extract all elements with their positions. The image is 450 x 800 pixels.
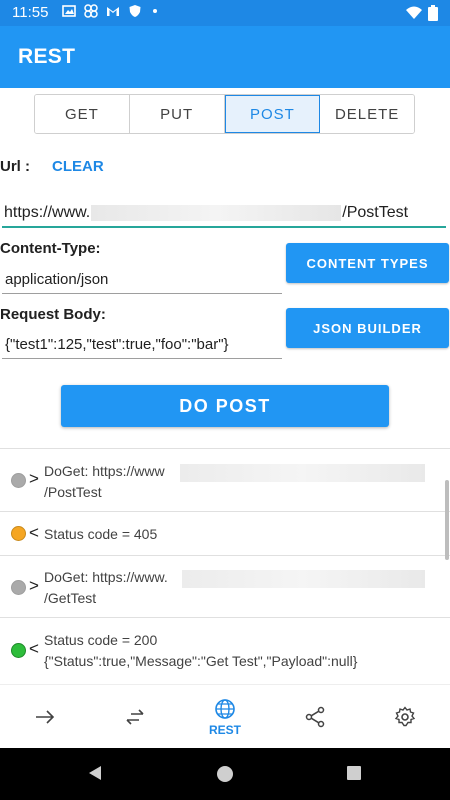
nav-item-swap[interactable] [90, 685, 180, 748]
app-title: REST [18, 45, 76, 68]
status-dot-orange [11, 526, 26, 541]
status-dot-green [11, 643, 26, 658]
log-row[interactable]: < Status code = 405 [0, 512, 450, 556]
settings-icon [394, 705, 416, 726]
do-post-button[interactable]: DO POST [61, 385, 389, 427]
log-row[interactable]: > DoGet: https://www. /GetTest [0, 556, 450, 618]
request-body-label: Request Body: [0, 306, 106, 323]
method-post-button[interactable]: POST [224, 95, 321, 133]
log-scrollbar[interactable] [445, 480, 449, 560]
log-redacted [180, 464, 425, 482]
outgoing-arrow-icon: > [29, 576, 39, 595]
nav-item-rest[interactable]: REST [180, 685, 270, 748]
content-type-label: Content-Type: [0, 240, 101, 257]
request-log-list: > DoGet: https://www /PostTest < Status … [0, 448, 450, 684]
system-nav-bar [0, 748, 450, 800]
content-type-field[interactable]: application/json [2, 266, 282, 294]
method-delete-button[interactable]: DELETE [320, 95, 414, 133]
url-input[interactable]: https://www. /PostTest [2, 198, 446, 228]
method-get-button[interactable]: GET [35, 95, 130, 133]
app-bar: REST [0, 26, 450, 88]
wifi-icon [406, 6, 422, 19]
request-body-field[interactable]: {"test1":125,"test":true,"foo":"bar"} [2, 331, 282, 359]
log-line-1: DoGet: https://www. [44, 569, 168, 585]
dot-icon [153, 9, 157, 13]
log-line-2: /PostTest [44, 484, 102, 500]
globe-icon [215, 698, 235, 719]
log-line-1: DoGet: https://www [44, 463, 165, 479]
pinwheel-icon [84, 4, 98, 18]
back-icon[interactable] [86, 764, 104, 782]
home-icon[interactable] [215, 764, 235, 784]
url-redacted [91, 204, 342, 221]
json-builder-button[interactable]: JSON BUILDER [286, 308, 449, 348]
method-put-button[interactable]: PUT [129, 95, 225, 133]
share-icon [305, 706, 325, 727]
log-line-2: /GetTest [44, 590, 97, 606]
method-selector: GET PUT POST DELETE [34, 94, 415, 134]
log-line-1: Status code = 200 [44, 632, 158, 648]
log-row[interactable]: > DoGet: https://www /PostTest [0, 449, 450, 512]
nav-item-share[interactable] [270, 685, 360, 748]
url-prefix: https://www. [4, 204, 91, 221]
recents-icon[interactable] [346, 764, 362, 782]
clear-button[interactable]: CLEAR [52, 158, 104, 175]
shield-icon [129, 5, 141, 17]
content-types-button[interactable]: CONTENT TYPES [286, 243, 449, 283]
status-dot-gray [11, 473, 26, 488]
image-icon [62, 5, 76, 17]
status-bar: 11:55 [0, 0, 450, 26]
log-line-1: Status code = 405 [44, 526, 158, 542]
bottom-navigation: REST [0, 684, 450, 748]
battery-icon [428, 5, 438, 21]
nav-item-send[interactable] [0, 685, 90, 748]
gmail-icon [107, 7, 119, 16]
incoming-arrow-icon: < [29, 523, 39, 542]
swap-arrows-icon [126, 708, 144, 725]
log-redacted [182, 570, 425, 588]
log-row[interactable]: < Status code = 200 {"Status":true,"Mess… [0, 618, 450, 684]
status-time: 11:55 [12, 4, 49, 21]
outgoing-arrow-icon: > [29, 469, 39, 488]
url-suffix: /PostTest [342, 204, 409, 221]
log-line-2: {"Status":true,"Message":"Get Test","Pay… [44, 653, 358, 669]
status-dot-gray [11, 580, 26, 595]
nav-item-settings[interactable] [360, 685, 450, 748]
arrow-right-icon [36, 709, 55, 724]
url-label: Url : [0, 158, 30, 175]
nav-item-label: REST [208, 722, 241, 737]
incoming-arrow-icon: < [29, 639, 39, 658]
